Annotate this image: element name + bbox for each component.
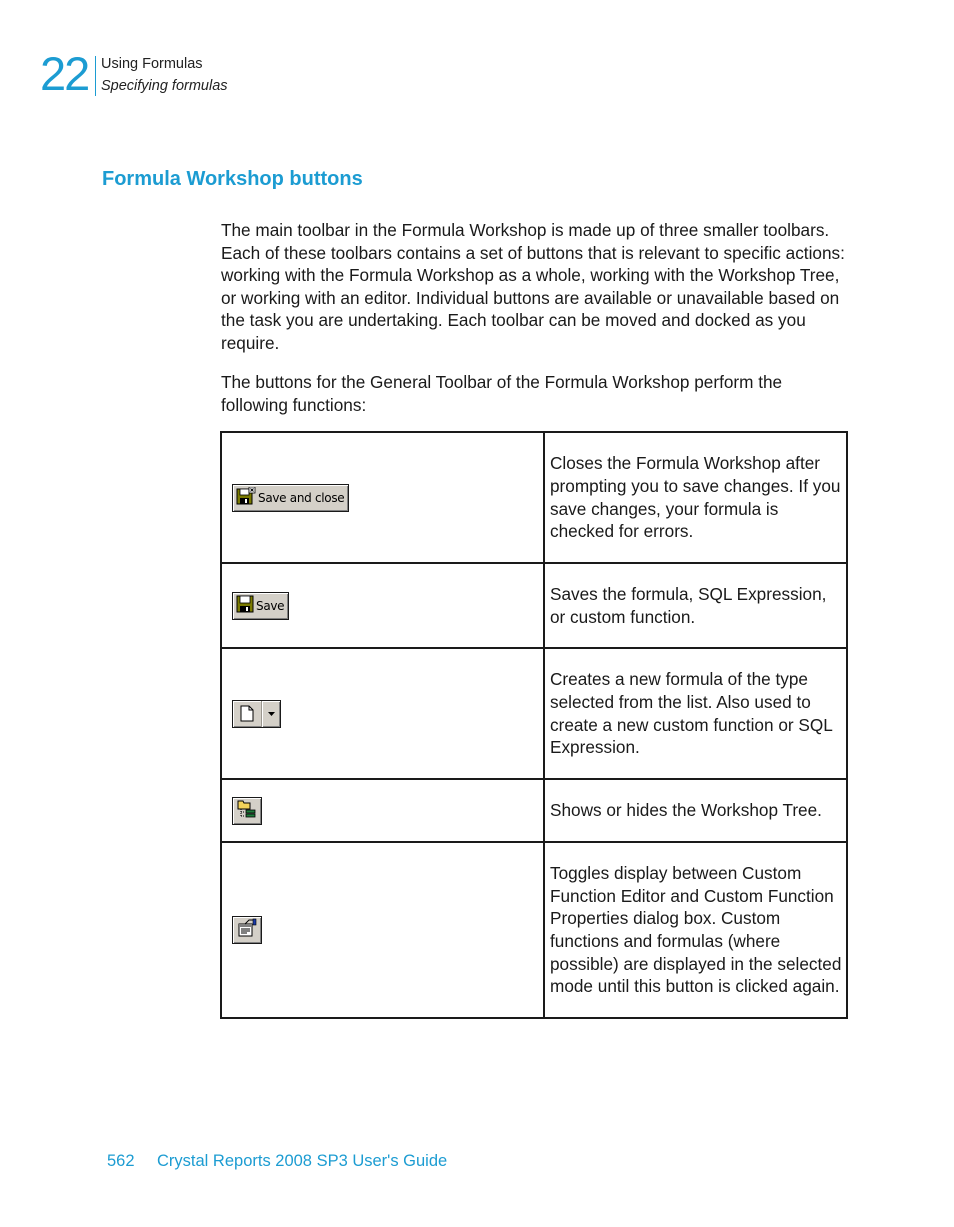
workshop-tree-toggle-icon <box>237 798 257 823</box>
description-cell: Saves the formula, SQL Expression, or cu… <box>543 562 848 649</box>
icon-cell: Save <box>220 562 545 649</box>
save-button[interactable]: Save <box>232 591 290 620</box>
icon-cell <box>220 647 545 780</box>
save-and-close-icon <box>236 486 256 508</box>
properties-toggle-icon <box>237 918 257 943</box>
description-cell: Toggles display between Custom Function … <box>543 841 848 1019</box>
save-icon <box>236 595 254 616</box>
footer-page-number: 562 <box>107 1152 135 1170</box>
section-subtitle: Specifying formulas <box>101 78 228 94</box>
dropdown-arrow-icon[interactable] <box>262 700 280 727</box>
table-row: Toggles display between Custom Function … <box>220 841 848 1019</box>
new-document-icon[interactable] <box>233 700 262 727</box>
section-title: Formula Workshop buttons <box>102 168 363 190</box>
table-row: Save and close Closes the Formula Worksh… <box>220 431 848 564</box>
chapter-divider <box>95 56 96 96</box>
chapter-number: 22 <box>40 47 90 100</box>
icon-cell <box>220 778 545 843</box>
icon-cell: Save and close <box>220 431 545 564</box>
description-cell: Creates a new formula of the type select… <box>543 647 848 780</box>
icon-cell <box>220 841 545 1019</box>
properties-toggle-button[interactable] <box>232 916 262 944</box>
new-formula-split-button[interactable] <box>232 699 281 728</box>
table-row: Shows or hides the Workshop Tree. <box>220 778 848 843</box>
workshop-tree-toggle-button[interactable] <box>232 796 262 825</box>
buttons-table: Save and close Closes the Formula Worksh… <box>220 431 848 1019</box>
footer-book-title: Crystal Reports 2008 SP3 User's Guide <box>157 1152 448 1170</box>
description-cell: Closes the Formula Workshop after prompt… <box>543 431 848 564</box>
general-toolbar-paragraph: The buttons for the General Toolbar of t… <box>221 372 783 415</box>
save-and-close-button[interactable]: Save and close <box>232 483 350 512</box>
save-label: Save <box>256 598 285 613</box>
save-and-close-label: Save and close <box>258 490 345 505</box>
description-cell: Shows or hides the Workshop Tree. <box>543 778 848 843</box>
table-row: Creates a new formula of the type select… <box>220 647 848 780</box>
chapter-title: Using Formulas <box>101 56 203 72</box>
table-row: Save Saves the formula, SQL Expression, … <box>220 562 848 649</box>
intro-paragraph: The main toolbar in the Formula Workshop… <box>221 220 845 353</box>
